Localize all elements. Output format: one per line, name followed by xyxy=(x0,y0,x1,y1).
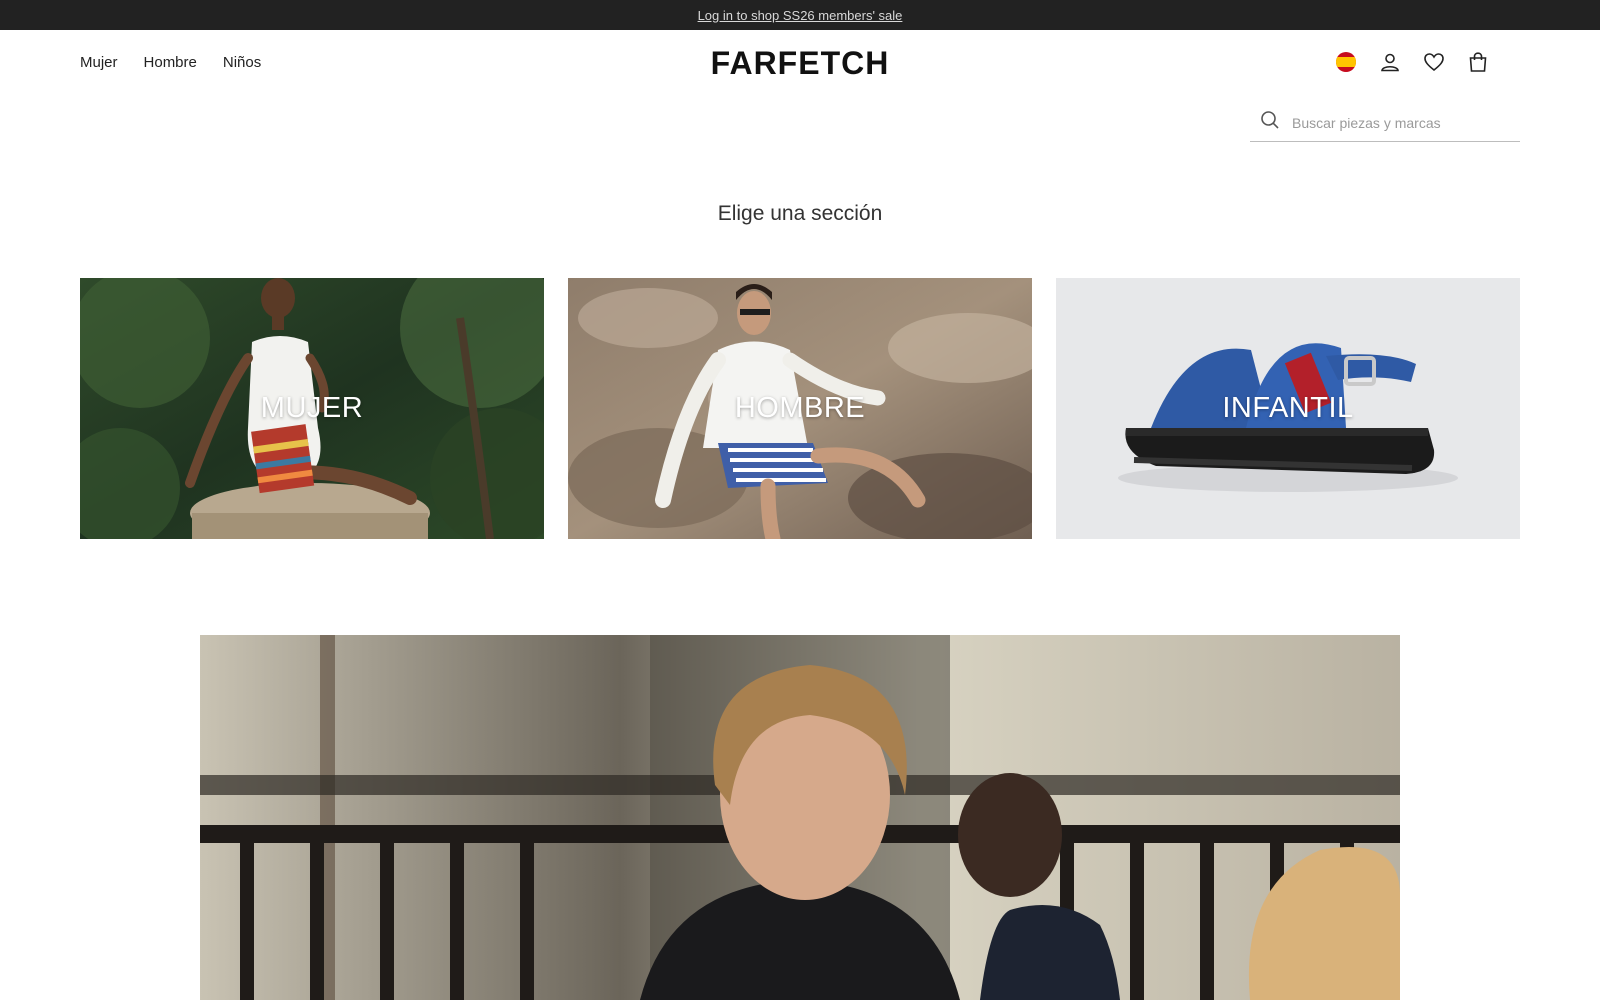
search-input[interactable] xyxy=(1292,114,1512,131)
announcement-bar: Log in to shop SS26 members' sale xyxy=(0,0,1600,30)
spain-flag-icon[interactable] xyxy=(1334,50,1358,74)
header-actions xyxy=(1334,50,1490,74)
section-title: Elige una sección xyxy=(717,202,883,225)
site-header: Mujer Hombre Niños FARFETCH xyxy=(0,30,1600,100)
tile-mujer[interactable]: MUJER xyxy=(80,278,544,539)
bag-icon[interactable] xyxy=(1466,50,1490,74)
heart-icon[interactable] xyxy=(1422,50,1446,74)
search-icon[interactable] xyxy=(1260,110,1280,135)
members-sale-link[interactable]: Log in to shop SS26 members' sale xyxy=(698,8,903,23)
tile-hombre-label: HOMBRE xyxy=(734,392,866,424)
hero-photo xyxy=(200,635,1400,1000)
search-bar xyxy=(1250,104,1520,142)
tile-hombre[interactable]: HOMBRE xyxy=(568,278,1032,539)
user-icon[interactable] xyxy=(1378,50,1402,74)
tile-infantil-label: INFANTIL xyxy=(1222,392,1354,424)
tile-mujer-label: MUJER xyxy=(260,392,364,424)
hero-image[interactable] xyxy=(200,635,1400,1000)
tile-infantil[interactable]: INFANTIL xyxy=(1056,278,1520,539)
